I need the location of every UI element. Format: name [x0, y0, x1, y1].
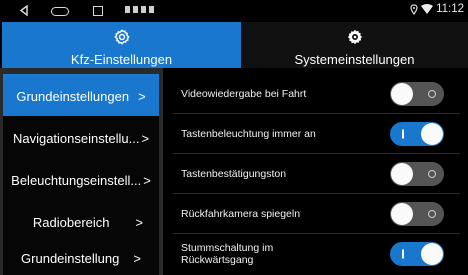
setting-row-videowiedergabe: Videowiedergabe bei Fahrt [163, 74, 468, 114]
notification-icon [125, 6, 130, 13]
sidebar-item-label: Radiobereich [32, 214, 110, 230]
setting-label: Stummschaltung im Rückwärtsgang [181, 242, 273, 266]
setting-label: Tastenbestätigungston [181, 168, 287, 180]
toggle-videowiedergabe[interactable] [390, 82, 444, 106]
setting-row-rueckfahrkamera: Rückfahrkamera spiegeln [163, 194, 468, 234]
toggle-off-mark-icon [428, 210, 436, 218]
toggle-knob [421, 123, 443, 145]
sidebar: Grundeinstellungen > Navigationseinstell… [0, 68, 163, 275]
system-gear-icon [347, 29, 362, 45]
notification-icon [133, 6, 138, 13]
notification-icon [141, 6, 146, 13]
toggle-rueckfahrkamera[interactable] [390, 202, 444, 226]
setting-label: Tastenbeleuchtung immer an [181, 128, 316, 140]
toggle-tastenbeleuchtung[interactable] [390, 122, 444, 146]
gear-icon [114, 29, 129, 45]
sidebar-item-navigation[interactable]: Navigationseinstellu... > [3, 116, 159, 160]
setting-label-line: Stummschaltung im [181, 242, 274, 254]
sidebar-item-label: Grundeinstellungen [16, 88, 130, 104]
sidebar-item-beleuchtung[interactable]: Beleuchtungseinstell... > [3, 158, 159, 202]
settings-list: Videowiedergabe bei Fahrt Tastenbeleucht… [163, 68, 468, 275]
setting-row-stummschaltung: Stummschaltung im Rückwärtsgang [163, 234, 468, 274]
tab-label: Systemeinstellungen [294, 52, 415, 67]
toggle-knob [391, 83, 413, 105]
chevron-right-icon: > [135, 214, 144, 230]
wifi-icon [421, 4, 434, 14]
notification-icon [149, 6, 154, 13]
status-right: 11:12 [410, 3, 464, 15]
sidebar-item-grundeinstellung[interactable]: Grundeinstellung > [3, 242, 159, 275]
setting-label-line: Rückwärtsgang [181, 254, 254, 266]
toggle-off-mark-icon [428, 90, 436, 98]
chevron-right-icon: > [141, 130, 150, 146]
toggle-knob [391, 203, 413, 225]
toggle-stummschaltung[interactable] [390, 242, 444, 266]
tab-kfz-einstellungen[interactable]: Kfz-Einstellungen [2, 22, 241, 68]
location-icon [410, 3, 418, 15]
toggle-off-mark-icon [428, 170, 436, 178]
tab-systemeinstellungen[interactable]: Systemeinstellungen [241, 22, 468, 68]
chevron-right-icon: > [133, 251, 141, 266]
setting-row-tastenbeleuchtung: Tastenbeleuchtung immer an [163, 114, 468, 154]
status-bar: 11:12 [0, 0, 468, 22]
sidebar-item-grundeinstellungen[interactable]: Grundeinstellungen > [3, 74, 159, 118]
chevron-right-icon: > [143, 172, 151, 188]
setting-row-tastenbestaetigungston: Tastenbestätigungston [163, 154, 468, 194]
toggle-on-mark-icon [402, 249, 404, 259]
sidebar-item-label: Navigationseinstellu... [12, 130, 140, 146]
toggle-knob [421, 243, 443, 265]
setting-label: Rückfahrkamera spiegeln [181, 208, 301, 220]
sidebar-item-radiobereich[interactable]: Radiobereich > [3, 200, 159, 244]
toggle-on-mark-icon [402, 129, 404, 139]
sidebar-item-label: Grundeinstellung [21, 251, 120, 266]
notification-icons [125, 6, 154, 13]
home-icon[interactable] [51, 7, 69, 16]
top-tabs: Kfz-Einstellungen Systemeinstellungen [0, 22, 468, 68]
sidebar-item-label: Beleuchtungseinstell... [11, 172, 142, 188]
tab-label: Kfz-Einstellungen [70, 52, 173, 67]
toggle-knob [391, 163, 413, 185]
clock: 11:12 [436, 3, 464, 15]
setting-label: Videowiedergabe bei Fahrt [181, 88, 307, 100]
back-icon[interactable] [19, 5, 29, 16]
recents-icon[interactable] [93, 6, 103, 16]
chevron-right-icon: > [138, 88, 146, 104]
toggle-tastenbestaetigungston[interactable] [390, 162, 444, 186]
